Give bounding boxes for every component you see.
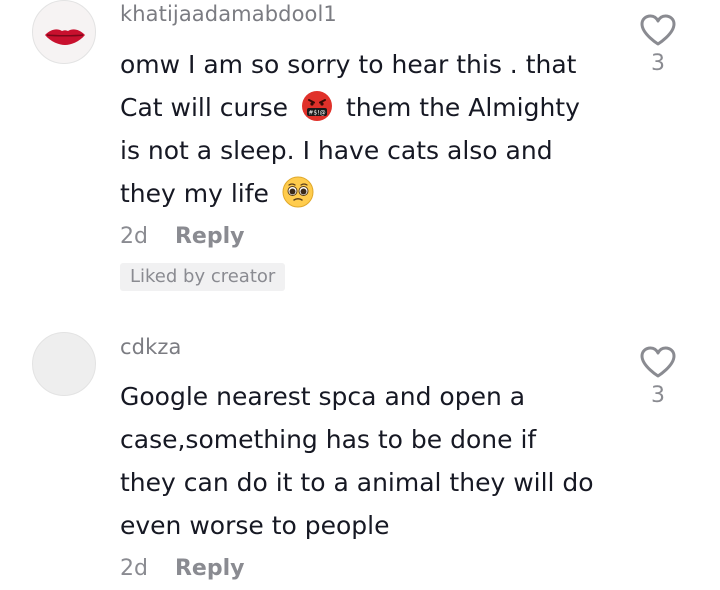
comment-text-segment: they my life [120, 179, 269, 208]
reply-button[interactable]: Reply [175, 556, 245, 581]
comment-meta: 2d Reply [120, 556, 244, 581]
like-button[interactable]: 3 [636, 13, 680, 76]
liked-by-creator-badge: Liked by creator [120, 263, 286, 291]
timestamp: 2d [120, 224, 148, 249]
comment-text-line: even worse to people [120, 511, 390, 540]
comment-text-line: they my life [120, 172, 620, 215]
pleading-face-emoji-icon [282, 176, 314, 208]
lips-icon [45, 29, 85, 45]
comment-text: Google nearest spca and open a case,some… [120, 375, 620, 547]
comment-text-segment: Cat will curse [120, 93, 289, 122]
like-count: 3 [651, 51, 665, 76]
avatar[interactable] [32, 0, 96, 64]
like-button[interactable]: 3 [636, 345, 680, 408]
comment-text-line: omw I am so sorry to hear this . that [120, 50, 577, 79]
comment-text: omw I am so sorry to hear this . that Ca… [120, 43, 620, 215]
comment-text-line: Google nearest spca and open a [120, 382, 526, 411]
comment-text-segment: them the Almighty [345, 93, 580, 122]
heart-icon [640, 14, 676, 46]
heart-icon [640, 346, 676, 378]
comment-text-line: they can do it to a animal they will do [120, 468, 594, 497]
comment-text-line: Cat will curse #$!@ them the Almighty [120, 86, 620, 129]
like-count: 3 [651, 383, 665, 408]
comment-meta: 2d Reply [120, 224, 244, 249]
timestamp: 2d [120, 556, 148, 581]
svg-text:#$!@: #$!@ [308, 110, 325, 117]
username[interactable]: cdkza [120, 335, 181, 359]
comment-text-line: case,something has to be done if [120, 425, 537, 454]
username[interactable]: khatijaadamabdool1 [120, 2, 337, 26]
reply-button[interactable]: Reply [175, 224, 245, 249]
cursing-face-emoji-icon: #$!@ [301, 91, 332, 121]
avatar[interactable] [32, 332, 96, 396]
comment-text-line: is not a sleep. I have cats also and [120, 136, 553, 165]
